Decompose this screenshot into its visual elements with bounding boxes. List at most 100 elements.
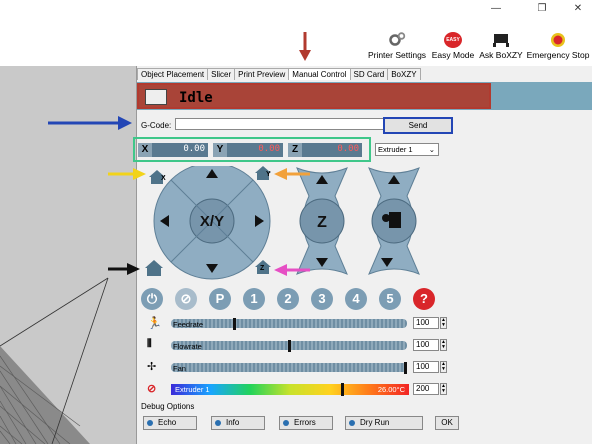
- status-bar: Idle: [137, 82, 592, 110]
- fan-label: Fan: [173, 364, 186, 373]
- flowrate-thumb[interactable]: [287, 340, 291, 352]
- tab-boxzy[interactable]: BoXZY: [387, 68, 421, 80]
- temperature-target-input[interactable]: 200: [413, 383, 439, 395]
- preset-1-icon[interactable]: 1: [243, 288, 265, 310]
- dry-run-label: Dry Run: [360, 418, 390, 427]
- tab-bar: Object Placement Slicer Print Preview Ma…: [137, 68, 421, 80]
- extruder-select-value: Extruder 1: [378, 145, 413, 154]
- tab-object-placement[interactable]: Object Placement: [137, 68, 209, 80]
- close-button[interactable]: ✕: [570, 2, 586, 16]
- gcode-input[interactable]: [175, 118, 391, 130]
- emergency-stop-label: Emergency Stop: [526, 50, 590, 60]
- tab-print-preview[interactable]: Print Preview: [234, 68, 290, 80]
- echo-radio-icon: [147, 420, 153, 426]
- feedrate-input[interactable]: 100: [413, 317, 439, 329]
- echo-label: Echo: [158, 418, 177, 427]
- x-home-pointer-arrow: [108, 168, 146, 180]
- temperature-extruder-label: Extruder 1: [175, 385, 210, 394]
- tool-icon-row: ⏻ ⊘ P 1 2 3 4 5 ?: [141, 288, 435, 310]
- fan-thumb[interactable]: [404, 362, 407, 374]
- fan-row: ✢ Fan 100 ▲ ▼: [143, 360, 453, 378]
- z-home-pointer-arrow: [274, 264, 310, 276]
- z-axis-label: Z: [288, 143, 302, 157]
- emergency-stop-button[interactable]: Emergency Stop: [526, 32, 590, 66]
- flowrate-input[interactable]: 100: [413, 339, 439, 351]
- temperature-reading: 26.00°C: [377, 385, 405, 394]
- flowrate-label: Flowrate: [173, 342, 202, 351]
- tab-slicer[interactable]: Slicer: [207, 68, 236, 80]
- preset-5-icon[interactable]: 5: [379, 288, 401, 310]
- home-all-button[interactable]: [145, 260, 163, 276]
- gear-icon: [389, 32, 406, 46]
- z-coordinate: Z 0.00: [288, 143, 362, 157]
- feedrate-row: 🏃 Feedrate 100 ▲ ▼: [143, 316, 453, 334]
- z-value: 0.00: [337, 144, 359, 154]
- tab-pointer-arrow: [299, 32, 311, 61]
- home-y-label: Y: [266, 171, 271, 178]
- feedrate-thumb[interactable]: [233, 318, 237, 330]
- temperature-thumb[interactable]: [340, 383, 344, 396]
- park-icon[interactable]: P: [209, 288, 231, 310]
- printer-settings-button[interactable]: Printer Settings: [366, 32, 428, 66]
- ask-boxzy-label: Ask BoXZY: [479, 50, 523, 60]
- temperature-slider[interactable]: Extruder 1 26.00°C: [171, 383, 409, 396]
- tab-manual-control[interactable]: Manual Control: [288, 68, 351, 80]
- home-all-icon: [145, 260, 163, 276]
- fan-off-icon[interactable]: ⊘: [175, 288, 197, 310]
- info-radio-icon: [215, 420, 221, 426]
- fan-input[interactable]: 100: [413, 361, 439, 373]
- chevron-down-icon: ⌄: [428, 145, 435, 154]
- flowrate-row: ⫴ Flowrate 100 ▲ ▼: [143, 338, 453, 356]
- y-value: 0.00: [258, 144, 280, 154]
- dry-run-button[interactable]: Dry Run: [345, 416, 423, 430]
- title-bar: — ❐ ✕: [0, 0, 592, 20]
- y-home-pointer-arrow: [274, 168, 310, 180]
- info-button[interactable]: Info: [211, 416, 265, 430]
- heater-icon: ⊘: [147, 383, 157, 395]
- tab-sd-card[interactable]: SD Card: [349, 68, 389, 80]
- flowrate-icon: ⫴: [147, 338, 152, 350]
- home-x-button[interactable]: X: [149, 170, 166, 184]
- temperature-spinner[interactable]: ▲ ▼: [440, 383, 447, 395]
- extruder-jog-pad[interactable]: [368, 167, 420, 275]
- feedrate-slider[interactable]: [171, 318, 407, 330]
- easy-mode-label: Easy Mode: [431, 50, 475, 60]
- x-axis-label: X: [138, 143, 152, 157]
- ok-button[interactable]: OK: [435, 416, 459, 430]
- preset-2-icon[interactable]: 2: [277, 288, 299, 310]
- stop-icon: [551, 33, 565, 47]
- errors-label: Errors: [294, 418, 316, 427]
- home-y-button[interactable]: Y: [255, 166, 271, 180]
- extruder-select[interactable]: Extruder 1 ⌄: [375, 143, 439, 156]
- echo-button[interactable]: Echo: [143, 416, 197, 430]
- easy-mode-button[interactable]: EASY Easy Mode: [430, 32, 476, 66]
- flowrate-spinner[interactable]: ▲ ▼: [440, 339, 447, 351]
- minimize-button[interactable]: —: [488, 2, 504, 16]
- dry-run-radio-icon: [349, 420, 355, 426]
- xy-label: X/Y: [200, 213, 224, 230]
- send-button[interactable]: Send: [383, 117, 453, 134]
- status-text: Idle: [179, 90, 213, 106]
- fan-icon: ✢: [147, 361, 157, 373]
- debug-options-title: Debug Options: [141, 402, 195, 411]
- help-icon[interactable]: ?: [413, 288, 435, 310]
- home-z-label: Z: [260, 265, 265, 272]
- maximize-button[interactable]: ❐: [534, 2, 550, 16]
- feedrate-spinner[interactable]: ▲ ▼: [440, 317, 447, 329]
- errors-button[interactable]: Errors: [279, 416, 333, 430]
- ask-boxzy-button[interactable]: Ask BoXZY: [478, 32, 524, 66]
- preset-4-icon[interactable]: 4: [345, 288, 367, 310]
- fan-spinner[interactable]: ▲ ▼: [440, 361, 447, 373]
- power-icon[interactable]: ⏻: [141, 288, 163, 310]
- y-coordinate: Y 0.00: [213, 143, 283, 157]
- flowrate-slider[interactable]: [171, 340, 407, 352]
- feedrate-label: Feedrate: [173, 320, 204, 329]
- fan-slider[interactable]: [171, 362, 407, 374]
- z-label: Z: [317, 214, 327, 231]
- preset-3-icon[interactable]: 3: [311, 288, 333, 310]
- errors-radio-icon: [283, 420, 289, 426]
- runner-icon: 🏃: [147, 316, 162, 330]
- home-z-button[interactable]: Z: [255, 260, 271, 274]
- printer-status-icon: [145, 89, 167, 105]
- status-highlight: Idle: [137, 83, 491, 109]
